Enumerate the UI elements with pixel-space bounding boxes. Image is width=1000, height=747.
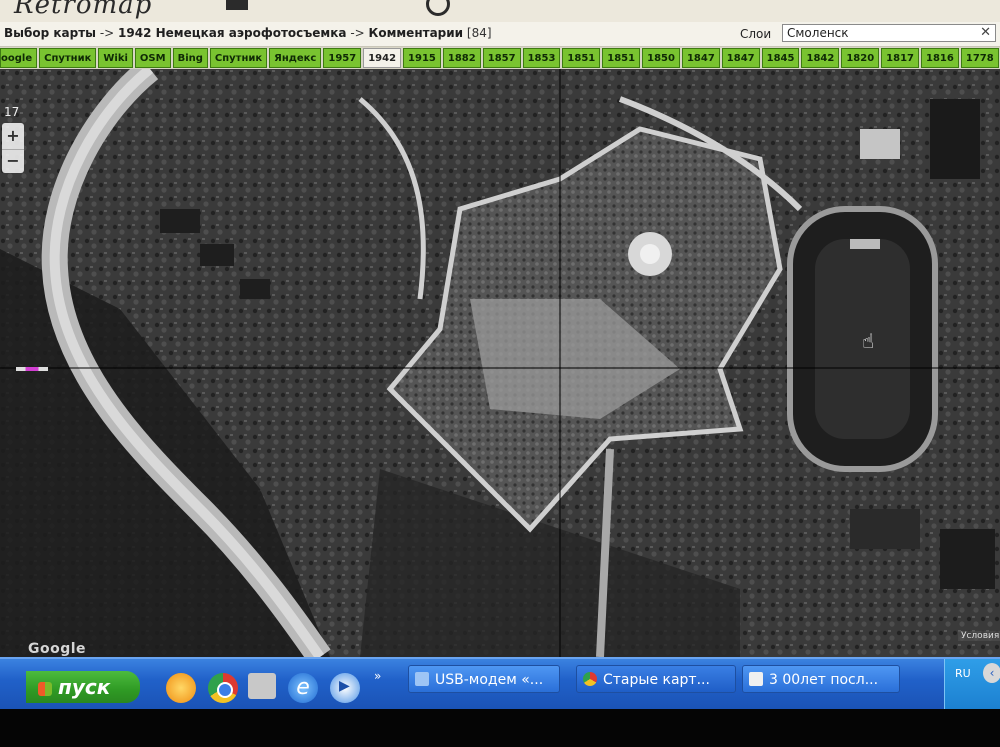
language-indicator[interactable]: RU	[955, 667, 971, 680]
building	[160, 209, 200, 233]
layers-label[interactable]: Слои	[740, 27, 771, 41]
map-tab-1817[interactable]: 1817	[881, 48, 920, 68]
windows-logo-icon	[38, 681, 52, 696]
building	[940, 529, 995, 589]
google-attribution[interactable]: Google	[28, 641, 86, 657]
task-label: Старые карт...	[603, 672, 710, 688]
modem-window-icon	[415, 672, 429, 686]
taskbar-window-document[interactable]: 3 00лет посл...	[742, 665, 900, 693]
map-tab-wiki[interactable]: Wiki	[98, 48, 133, 68]
aerial-photo	[0, 69, 1000, 657]
hand-pointer-icon: ☝	[862, 329, 875, 353]
search-clear-icon[interactable]: ✕	[980, 25, 991, 41]
building	[200, 244, 234, 266]
map-viewport[interactable]: 17 + − ☝ Google Условия	[0, 69, 1000, 657]
map-tab-1851[interactable]: 1851	[602, 48, 641, 68]
zoom-level: 17	[4, 105, 20, 119]
chrome-icon[interactable]	[208, 673, 238, 703]
comments-count: [84]	[463, 26, 492, 40]
map-tab-1857[interactable]: 1857	[482, 48, 521, 68]
map-tab-1778[interactable]: 1778	[960, 48, 999, 68]
map-tab-1882[interactable]: 1882	[442, 48, 481, 68]
internet-icon[interactable]	[166, 673, 196, 703]
quick-launch-overflow[interactable]: »	[374, 669, 381, 683]
start-label: пуск	[58, 675, 111, 699]
breadcrumb-current-map[interactable]: 1942 Немецкая аэрофотосъемка	[118, 26, 346, 40]
map-tab-1847[interactable]: 1847	[721, 48, 760, 68]
chrome-icon	[583, 672, 597, 686]
breadcrumb-separator: ->	[96, 26, 119, 40]
monitor-screen: Retromap Выбор карты -> 1942 Немецкая аэ…	[0, 0, 1000, 747]
search-value: Смоленск	[787, 26, 849, 40]
map-tab-1957[interactable]: 1957	[323, 48, 362, 68]
task-label: 3 00лет посл...	[769, 672, 879, 688]
header-circle-icon[interactable]	[426, 0, 450, 16]
system-tray: RU ‹	[944, 659, 1000, 711]
map-tab-1816[interactable]: 1816	[921, 48, 959, 68]
site-logo[interactable]: Retromap	[14, 0, 152, 20]
monitor-bezel	[0, 709, 1000, 747]
map-source-tabs: oogle Спутник Wiki OSM Bing Спутник Яндекс 1957…	[0, 47, 1000, 69]
building	[860, 129, 900, 159]
zoom-in-button[interactable]: +	[2, 125, 24, 147]
document-icon	[749, 672, 763, 686]
map-tab-1820[interactable]: 1820	[841, 48, 880, 68]
map-tab-osm[interactable]: OSM	[134, 48, 171, 68]
map-tab-спутник[interactable]: Спутник	[39, 48, 97, 68]
map-tab-1942[interactable]: 1942	[363, 48, 402, 68]
map-tab-1851[interactable]: 1851	[562, 48, 601, 68]
tray-expand-button[interactable]: ‹	[983, 663, 1000, 683]
map-tab-1845[interactable]: 1845	[761, 48, 800, 68]
internet-explorer-icon[interactable]: e	[288, 673, 318, 703]
taskbar: пуск e » USB-модем «... Старые карт... 3…	[0, 657, 1000, 711]
map-tab-1850[interactable]: 1850	[642, 48, 680, 68]
map-tab-яндекс[interactable]: Яндекс	[269, 48, 322, 68]
media-player-icon[interactable]	[330, 673, 360, 703]
site-header: Retromap	[0, 0, 1000, 22]
building	[240, 279, 270, 299]
building	[930, 99, 980, 179]
terms-link[interactable]: Условия	[958, 631, 1000, 641]
zoom-out-button[interactable]: −	[2, 149, 24, 172]
map-tab-1847[interactable]: 1847	[681, 48, 720, 68]
location-search-input[interactable]: Смоленск ✕	[782, 24, 996, 42]
task-label: USB-модем «...	[435, 672, 544, 688]
scale-indicator	[16, 367, 48, 371]
map-tab-1915[interactable]: 1915	[403, 48, 441, 68]
breadcrumb-separator: ->	[346, 26, 369, 40]
stadium-stand	[850, 239, 880, 249]
dome-top	[640, 244, 660, 264]
start-button[interactable]: пуск	[26, 671, 140, 703]
header-icon[interactable]	[226, 0, 248, 10]
breadcrumb-comments[interactable]: Комментарии	[369, 26, 464, 40]
zoom-control: + −	[2, 123, 24, 173]
printer-icon[interactable]	[248, 673, 276, 699]
taskbar-window-old-maps[interactable]: Старые карт...	[576, 665, 736, 693]
map-tab-1842[interactable]: 1842	[801, 48, 840, 68]
breadcrumb-map-select[interactable]: Выбор карты	[4, 26, 96, 40]
taskbar-window-usb-modem[interactable]: USB-модем «...	[408, 665, 560, 693]
map-tab-1853[interactable]: 1853	[522, 48, 561, 68]
map-toolbar: Выбор карты -> 1942 Немецкая аэрофотосъе…	[0, 22, 1000, 47]
map-tab-bing[interactable]: Bing	[172, 48, 208, 68]
building	[850, 509, 920, 549]
map-tab-oogle[interactable]: oogle	[0, 48, 38, 68]
map-tab-спутник[interactable]: Спутник	[209, 48, 268, 68]
breadcrumb: Выбор карты -> 1942 Немецкая аэрофотосъе…	[4, 26, 492, 40]
